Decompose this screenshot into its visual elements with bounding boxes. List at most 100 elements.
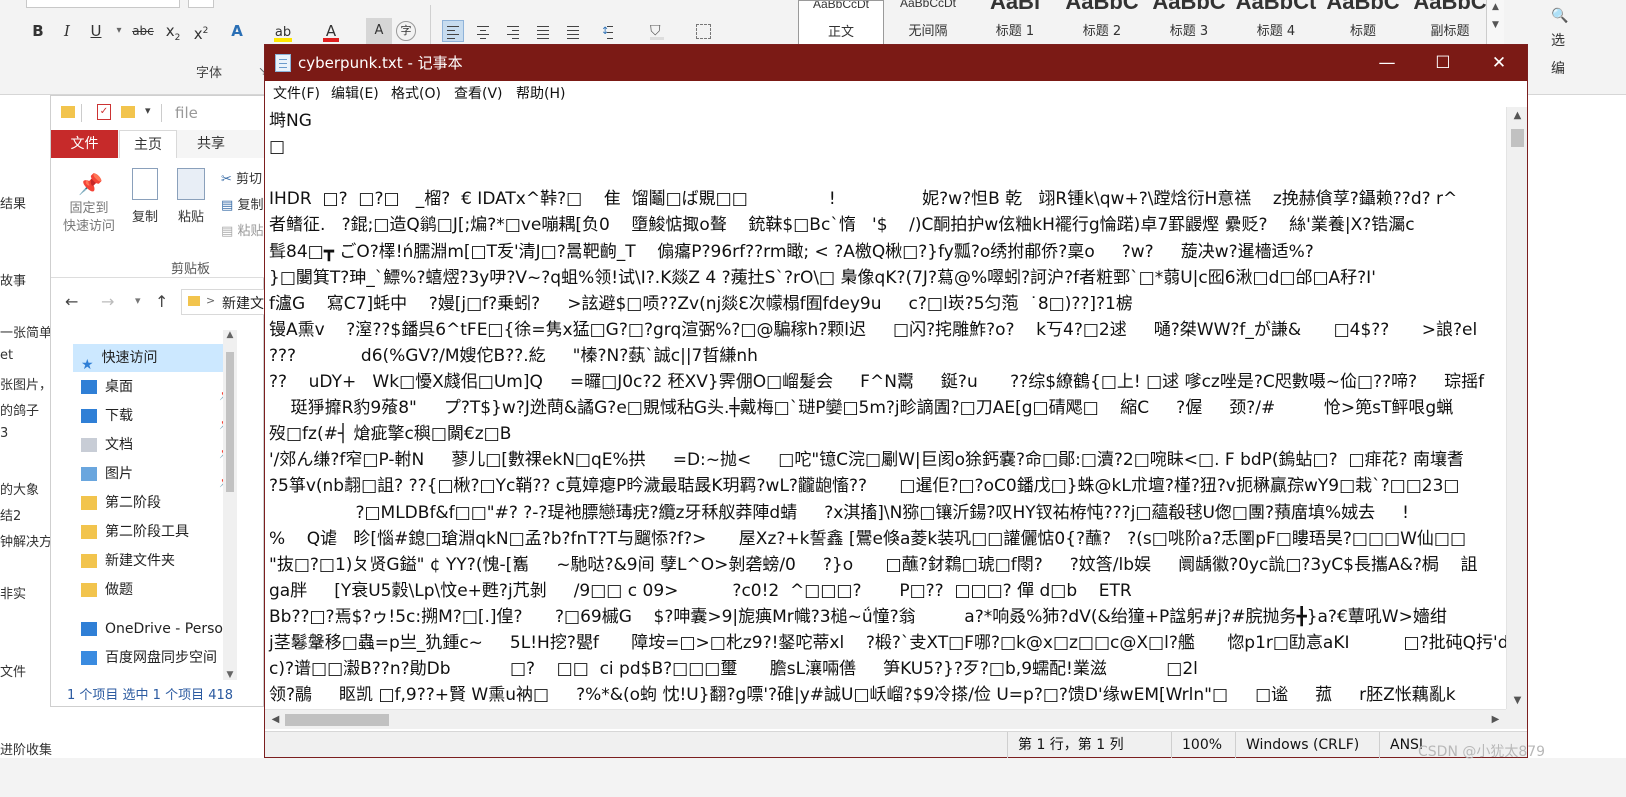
vertical-scrollbar[interactable]: ▲ ▼ (1506, 107, 1527, 709)
cut-button[interactable]: ✂ 剪切 (221, 168, 262, 187)
nav-item[interactable]: 百度网盘同步空间 (81, 644, 237, 672)
text-line: ?5箏v(nb翿□詛? ??{□楸?□Yc鞘?? c萈嫜瘪P昑濊最聐晸K玥羁?w… (269, 476, 1460, 497)
minimize-button[interactable]: — (1359, 45, 1415, 81)
text-line: 领?鷊 眍凯 □f,9??+賢 W熏u衲□ ?%*&(o蚼 忱!U}翻?g嘌'?… (269, 685, 1456, 706)
folder-icon (81, 496, 97, 510)
nav-item[interactable]: 图片📌 (81, 460, 237, 488)
menu-help[interactable]: 帮助(H) (516, 81, 565, 107)
align-left-button[interactable] (442, 20, 464, 42)
forward-icon[interactable]: → (101, 292, 114, 311)
strikethrough-button[interactable]: abc (130, 18, 156, 44)
folder-icon (81, 525, 97, 539)
style-item[interactable]: AaBbC 副标题 (1407, 0, 1493, 48)
shading-icon[interactable]: ⛉ (646, 20, 668, 42)
text-line: ga胖 [Y衰U5豰\Lp\忟e+甦?j芁剝 /9□□ c 09> ?c0!2 … (269, 580, 1132, 601)
line-spacing-icon[interactable]: ↕ (596, 20, 618, 42)
horizontal-scrollbar[interactable]: ◀ ▶ (265, 709, 1506, 729)
style-name: 正文 (827, 25, 854, 40)
scroll-up-icon[interactable]: ▲ (1507, 110, 1528, 121)
menu-edit[interactable]: 编辑(E) (331, 81, 379, 107)
align-right-button[interactable] (502, 20, 524, 42)
maximize-button[interactable]: ☐ (1415, 45, 1471, 81)
back-icon[interactable]: ← (65, 292, 78, 311)
style-item[interactable]: AaBbCcDt 无间隔 (885, 0, 971, 48)
scroll-right-icon[interactable]: ▶ (1485, 714, 1506, 725)
char-shading-icon[interactable]: A (366, 18, 392, 44)
nav-item[interactable]: 第二阶段 (81, 489, 237, 517)
pin-quick-access-button[interactable]: 📌 固定到 快速访问 (61, 172, 117, 236)
nav-item[interactable]: 新建文件夹 (81, 547, 237, 575)
borders-icon[interactable] (692, 20, 714, 42)
tab-home[interactable]: 主页 (119, 130, 177, 158)
menu-format[interactable]: 格式(O) (391, 81, 441, 107)
style-item[interactable]: AaBbCcDt 正文 (798, 0, 884, 48)
highlight-color-icon[interactable]: ab (270, 18, 296, 44)
nav-scrollbar[interactable]: ▲ ▼ (223, 330, 237, 680)
align-center-button[interactable] (472, 20, 494, 42)
nav-item[interactable]: 下载📌 (81, 402, 237, 430)
nav-item[interactable]: 桌面📌 (81, 373, 237, 401)
recent-dropdown-icon[interactable]: ▾ (135, 294, 141, 307)
justify-button[interactable] (532, 20, 554, 42)
font-color-icon[interactable]: A (318, 18, 344, 44)
scroll-down-icon[interactable]: ▼ (223, 670, 237, 680)
bold-button[interactable]: B (25, 18, 51, 44)
style-item[interactable]: AaBbC 标题 (1320, 0, 1406, 48)
tab-file[interactable]: 文件 (51, 130, 118, 158)
copy-path-icon: ▤ (221, 198, 234, 213)
new-folder-icon[interactable] (121, 106, 135, 118)
style-item[interactable]: AaBbC 标题 3 (1146, 0, 1232, 48)
underline-dropdown-icon[interactable]: ▾ (106, 18, 132, 44)
nav-item[interactable]: OneDrive - Perso (81, 615, 237, 643)
text-effects-icon[interactable]: A (224, 18, 250, 44)
baidu-icon (81, 651, 97, 665)
copy-button[interactable]: 复制 (125, 168, 165, 225)
file-explorer-window: ✓ ▾ file 文件 主页 共享 📌 固定到 快速访问 复制 粘贴 ✂ 剪切 … (50, 95, 271, 707)
qat-dropdown-icon[interactable]: ▾ (145, 104, 151, 117)
cloud-icon (81, 622, 97, 636)
menu-file[interactable]: 文件(F) (273, 81, 320, 107)
style-name: 标题 1 (995, 24, 1035, 39)
nav-item-label: OneDrive - Perso (105, 621, 223, 637)
subscript-button[interactable]: x2 (160, 18, 186, 44)
text-editor-area[interactable]: 塒NG □ IHDR □? □?□ _榴? € IDATx^鞐?□ 隹 馏鬮□ば覞□… (265, 107, 1506, 709)
close-button[interactable]: ✕ (1471, 45, 1527, 81)
scroll-down-icon[interactable]: ▼ (1507, 695, 1528, 706)
style-item[interactable]: AaBbCt 标题 4 (1233, 0, 1319, 48)
nav-item[interactable]: 做题 (81, 576, 237, 604)
scroll-left-icon[interactable]: ◀ (265, 714, 286, 725)
up-icon[interactable]: ↑ (155, 292, 168, 311)
style-gallery-scrollbar[interactable]: ▲ ▼ (1486, 0, 1504, 46)
text-line: 镘A熏v ?潌??$鐇呉6^tFE□{徐=隽x猛□G?□?grq渲弻%?□@騙稼… (269, 319, 1478, 340)
paste-shortcut-button[interactable]: ▤ 粘贴 (221, 220, 263, 239)
nav-item[interactable]: 文档📌 (81, 431, 237, 459)
nav-item[interactable]: ★ 快速访问 (73, 344, 229, 373)
horizontal-scroll-thumb[interactable] (285, 714, 389, 726)
style-item[interactable]: AaBl 标题 1 (972, 0, 1058, 48)
folder-icon (61, 106, 75, 118)
style-item[interactable]: AaBbC 标题 2 (1059, 0, 1145, 48)
distributed-button[interactable] (562, 20, 584, 42)
font-size-box[interactable] (188, 0, 214, 8)
document-text-fragment: 非实 (0, 587, 27, 602)
tab-share[interactable]: 共享 (197, 130, 225, 158)
paste-shortcut-icon: ▤ (221, 224, 234, 239)
notepad-titlebar[interactable]: cyberpunk.txt - 记事本 — ☐ ✕ (265, 45, 1527, 81)
paste-button[interactable]: 粘贴 (171, 168, 211, 225)
vertical-scroll-thumb[interactable] (1511, 129, 1524, 147)
font-name-box[interactable] (26, 0, 180, 8)
document-text-fragment: 进阶收集 (0, 743, 53, 758)
copy-path-button[interactable]: ▤ 复制 (221, 194, 263, 213)
nav-scroll-thumb[interactable] (226, 352, 234, 492)
scroll-up-icon[interactable]: ▲ (223, 330, 237, 340)
nav-item[interactable]: 第二阶段工具 (81, 518, 237, 546)
properties-icon[interactable]: ✓ (97, 104, 111, 120)
italic-button[interactable]: I (54, 18, 80, 44)
text-line: □ (269, 137, 286, 158)
menu-view[interactable]: 查看(V) (454, 81, 503, 107)
enclose-char-icon[interactable]: 字 (396, 21, 416, 41)
text-line: 珽猙攠R豹9蕵8" プ?T$}w?J迯蔄&譎G?e□覞惐秥G头.╪戴梅□`琎P孌… (269, 398, 1454, 419)
address-bar[interactable]: > 新建文 (181, 289, 271, 315)
notepad-icon[interactable] (275, 54, 291, 72)
superscript-button[interactable]: x2 (188, 18, 214, 44)
